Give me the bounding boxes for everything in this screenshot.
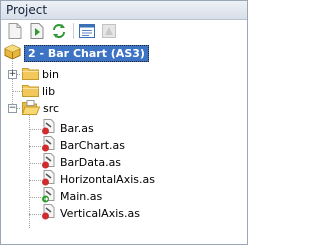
project-tree: 2 - Bar Chart (AS3) + bin lib − src Bar.… [1, 42, 247, 238]
add-file-icon[interactable] [28, 22, 46, 40]
tree-file[interactable]: VerticalAxis.as [41, 204, 140, 223]
tree-line [29, 197, 41, 198]
tree-file[interactable]: Bar.as [41, 119, 94, 137]
project-toolbar [1, 20, 247, 42]
panel-title: Project [1, 1, 247, 20]
tree-line [12, 61, 13, 104]
tree-file-label: HorizontalAxis.as [60, 173, 155, 186]
tree-file[interactable]: BarData.as [41, 153, 122, 171]
collapse-toggle-src[interactable]: − [8, 104, 17, 113]
tree-folder-label: src [43, 102, 60, 115]
tree-line [29, 146, 41, 147]
tree-folder-label: lib [42, 85, 56, 98]
open-folder-icon [21, 99, 41, 118]
tree-file-label: Main.as [60, 190, 103, 203]
properties-icon[interactable] [78, 22, 96, 40]
tree-file-label: BarChart.as [60, 139, 126, 152]
tree-line [29, 163, 41, 164]
tree-file[interactable]: Main.as [41, 187, 103, 205]
new-file-icon[interactable] [6, 22, 24, 40]
folder-icon [22, 66, 39, 83]
project-icon [4, 44, 21, 63]
tree-line [29, 129, 41, 130]
tree-file-label: Bar.as [60, 122, 94, 135]
tree-folder-lib[interactable]: lib [22, 83, 55, 100]
expand-toggle-bin[interactable]: + [8, 70, 17, 79]
tree-file-label: BarData.as [60, 156, 122, 169]
tree-line [12, 91, 22, 92]
tree-file-label: VerticalAxis.as [60, 207, 140, 220]
tree-line [29, 115, 30, 228]
disabled-tool-icon [100, 22, 118, 40]
tree-root[interactable]: 2 - Bar Chart (AS3) [4, 44, 149, 63]
tree-folder-bin[interactable]: bin [22, 66, 59, 83]
tree-line [29, 214, 41, 215]
folder-icon [22, 83, 39, 100]
tree-line [29, 180, 41, 181]
tree-file[interactable]: HorizontalAxis.as [41, 170, 155, 188]
actionscript-file-icon [41, 204, 57, 223]
tree-file[interactable]: BarChart.as [41, 136, 126, 154]
refresh-icon[interactable] [50, 22, 68, 40]
project-panel: Project 2 - Bar Chart (AS3) + bin lib − … [0, 0, 248, 245]
toolbar-separator [73, 23, 74, 39]
tree-folder-label: bin [42, 68, 60, 81]
tree-folder-src[interactable]: src [21, 99, 60, 118]
tree-root-label: 2 - Bar Chart (AS3) [24, 45, 149, 62]
